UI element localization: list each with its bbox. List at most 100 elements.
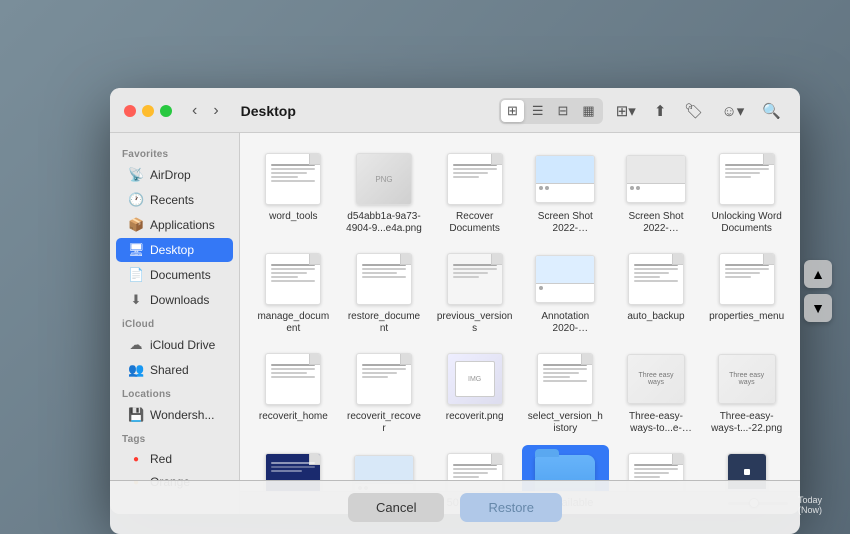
file-name: recoverit.png [446, 411, 504, 423]
forward-button[interactable]: › [209, 100, 222, 122]
sidebar-item-tag-red[interactable]: ● Red [116, 448, 233, 470]
airdrop-icon: 📡 [128, 167, 144, 183]
file-thumbnail [529, 151, 601, 207]
file-item[interactable]: Three easy ways Three-easy-ways-to...e-3… [613, 345, 700, 441]
sidebar-item-label: Desktop [150, 243, 194, 257]
minimize-button[interactable] [142, 105, 154, 117]
file-name: word_tools [269, 211, 317, 223]
file-name: Three-easy-ways-to...e-3.png [618, 411, 694, 435]
file-thumbnail: IMG [439, 351, 511, 407]
file-thumbnail [257, 351, 329, 407]
traffic-lights [124, 105, 172, 117]
sidebar: Favorites 📡 AirDrop 🕐 Recents 📦 Applicat… [110, 133, 240, 514]
file-item[interactable]: IMG recoverit.png [431, 345, 518, 441]
sidebar-item-label: iCloud Drive [150, 338, 215, 352]
view-gallery-button[interactable]: ▦ [576, 100, 600, 122]
file-thumbnail [257, 251, 329, 307]
file-item[interactable]: manage_document [250, 245, 337, 341]
file-item[interactable]: previous_versions [431, 245, 518, 341]
file-thumbnail [439, 151, 511, 207]
file-item[interactable]: Annotation 2020-0...540.jpeg [522, 245, 609, 341]
content-area: Favorites 📡 AirDrop 🕐 Recents 📦 Applicat… [110, 133, 800, 514]
file-item[interactable]: Screen Shot 2022-0...03.46.31 [522, 145, 609, 241]
sidebar-item-airdrop[interactable]: 📡 AirDrop [116, 163, 233, 187]
file-area: word_tools PNG d54abb1a-9a73-4904-9...e4… [240, 133, 800, 514]
file-name: recoverit_home [259, 411, 328, 423]
file-item[interactable]: PNG d54abb1a-9a73-4904-9...e4a.png [341, 145, 428, 241]
file-name: d54abb1a-9a73-4904-9...e4a.png [346, 211, 422, 235]
share-button[interactable]: ⬆ [649, 99, 672, 123]
file-name: Screen Shot 2022-0...04.48.14 [618, 211, 694, 235]
sidebar-item-label: Wondersh... [150, 408, 214, 422]
documents-icon: 📄 [128, 267, 144, 283]
file-item[interactable]: select_version_history [522, 345, 609, 441]
file-item[interactable]: word_tools [250, 145, 337, 241]
view-list-button[interactable]: ☰ [526, 100, 550, 122]
favorites-header: Favorites [110, 143, 239, 162]
file-item[interactable]: recoverit_home [250, 345, 337, 441]
file-item[interactable]: restore_document [341, 245, 428, 341]
sidebar-item-label: Recents [150, 193, 194, 207]
shared-icon: 👥 [128, 362, 144, 378]
file-thumbnail [257, 151, 329, 207]
file-thumbnail [711, 251, 783, 307]
scroll-up-button[interactable]: ▲ [804, 260, 832, 288]
sidebar-item-desktop[interactable]: 🖥 Desktop [116, 238, 233, 262]
file-item[interactable]: Screen Shot 2022-0...04.48.14 [613, 145, 700, 241]
restore-button[interactable]: Restore [460, 493, 562, 522]
tag-red-icon: ● [128, 454, 144, 465]
file-name: manage_document [255, 311, 331, 335]
file-item[interactable]: Three easy ways Three-easy-ways-t...-22.… [703, 345, 790, 441]
view-column-button[interactable]: ⊟ [552, 100, 575, 122]
file-name: properties_menu [709, 311, 784, 323]
file-thumbnail: PNG [348, 151, 420, 207]
cancel-button[interactable]: Cancel [348, 493, 444, 522]
sidebar-item-applications[interactable]: 📦 Applications [116, 213, 233, 237]
file-item[interactable]: auto_backup [613, 245, 700, 341]
tag-button[interactable]: 🏷 [679, 99, 708, 123]
file-name: Unlocking Word Documents [709, 211, 785, 235]
file-grid: word_tools PNG d54abb1a-9a73-4904-9...e4… [240, 133, 800, 491]
file-item[interactable]: properties_menu [703, 245, 790, 341]
sidebar-item-label: Shared [150, 363, 189, 377]
file-item[interactable]: Unlocking Word Documents [703, 145, 790, 241]
file-thumbnail [439, 251, 511, 307]
sidebar-item-icloud-drive[interactable]: ☁ iCloud Drive [116, 333, 233, 357]
right-badges: Today (Now) ▲ ▼ [804, 260, 832, 322]
file-thumbnail [620, 151, 692, 207]
locations-header: Locations [110, 383, 239, 402]
file-name: Three-easy-ways-t...-22.png [709, 411, 785, 435]
file-thumbnail: Three easy ways [711, 351, 783, 407]
downloads-icon: ⬇ [128, 292, 144, 308]
sidebar-item-downloads[interactable]: ⬇ Downloads [116, 288, 233, 312]
recents-icon: 🕐 [128, 192, 144, 208]
close-button[interactable] [124, 105, 136, 117]
file-item[interactable]: recoverit_recover [341, 345, 428, 441]
sidebar-item-documents[interactable]: 📄 Documents [116, 263, 233, 287]
icloud-icon: ☁ [128, 337, 144, 353]
file-name: Screen Shot 2022-0...03.46.31 [527, 211, 603, 235]
file-name: restore_document [346, 311, 422, 335]
file-name: previous_versions [437, 311, 513, 335]
sidebar-item-label: Downloads [150, 293, 209, 307]
file-item[interactable]: Recover Documents [431, 145, 518, 241]
sidebar-item-wondershare[interactable]: 💾 Wondersh... [116, 403, 233, 427]
sidebar-item-label: Applications [150, 218, 215, 232]
sidebar-item-label: AirDrop [150, 168, 191, 182]
view-switcher: ⊞ ☰ ⊟ ▦ [499, 98, 603, 124]
search-button[interactable]: 🔍 [757, 99, 786, 123]
sidebar-item-shared[interactable]: 👥 Shared [116, 358, 233, 382]
file-thumbnail [348, 251, 420, 307]
more-button[interactable]: ☺▾ [716, 99, 749, 123]
view-grid-button[interactable]: ⊞ [501, 100, 524, 122]
tag-red-label: Red [150, 452, 172, 466]
file-thumbnail: Three easy ways [620, 351, 692, 407]
fullscreen-button[interactable] [160, 105, 172, 117]
scroll-down-button[interactable]: ▼ [804, 294, 832, 322]
group-by-button[interactable]: ⊞▾ [611, 99, 641, 123]
back-button[interactable]: ‹ [188, 100, 201, 122]
desktop-icon: 🖥 [128, 242, 144, 258]
file-name: Annotation 2020-0...540.jpeg [527, 311, 603, 335]
sidebar-item-recents[interactable]: 🕐 Recents [116, 188, 233, 212]
file-name: select_version_history [527, 411, 603, 435]
